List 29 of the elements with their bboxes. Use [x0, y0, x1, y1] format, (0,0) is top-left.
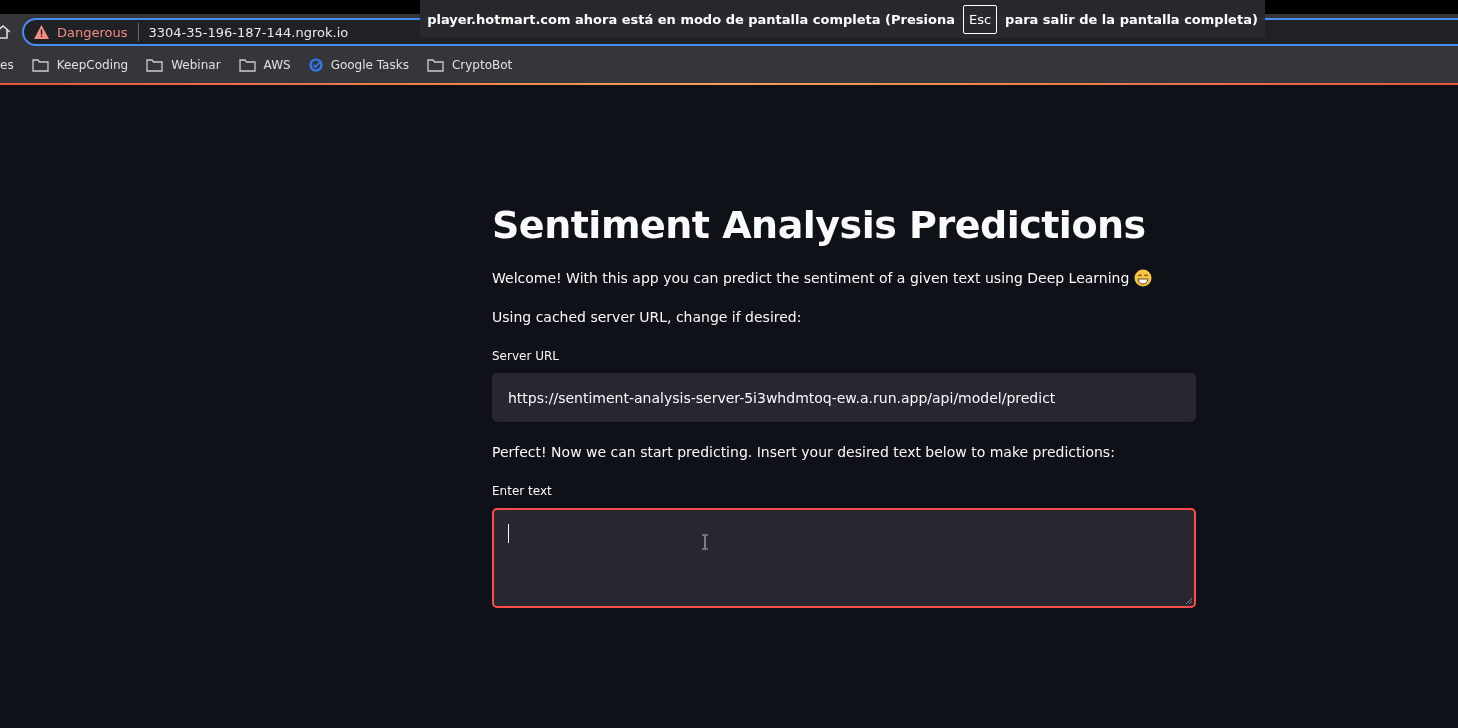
folder-icon: [426, 58, 444, 72]
bookmark[interactable]: AWS: [263, 58, 291, 72]
info-text: Perfect! Now we can start predicting. Insert your desired text below to make predictions:: [492, 444, 1116, 460]
key-badge: Esc: [962, 4, 998, 34]
info-text: Using cached server URL, change if desired:: [492, 309, 803, 325]
bookmark[interactable]: Webinar: [171, 58, 221, 72]
text-area[interactable]: [492, 508, 1196, 608]
check-circle-icon: [308, 58, 323, 72]
bookmark[interactable]: Google Tasks: [330, 58, 409, 72]
notice-text: para salir de la pantalla completa): [1005, 11, 1258, 27]
text-cursor-icon: [701, 534, 709, 550]
resize-handle-icon[interactable]: [1185, 597, 1192, 604]
smiley-icon: [1134, 269, 1153, 287]
url-field[interactable]: https://sentiment-analysis-server-5i3whdmtoq-ew.a.run.app/api/model/predict: [492, 373, 1196, 422]
folder-icon: [238, 58, 256, 72]
warning-icon: [34, 25, 49, 39]
security-status[interactable]: Dangerous: [57, 24, 128, 40]
bookmark[interactable]: CryptoBot: [451, 58, 513, 72]
url-text: 3304-35-196-187-144.ngrok.io: [148, 24, 349, 40]
folder-icon: [31, 58, 49, 72]
field-label: Enter text: [492, 484, 553, 498]
notice-text: player.hotmart.com ahora está en modo de pantalla completa (Presiona: [427, 11, 955, 27]
welcome-text: Welcome! With this app you can predict the sentiment of a given text using Deep Learning: [492, 270, 1130, 286]
bookmark[interactable]: KeepCoding: [56, 58, 129, 72]
folder-icon: [146, 58, 164, 72]
bookmark[interactable]: es: [0, 58, 14, 72]
page-title: Sentiment Analysis Predictions: [492, 203, 1147, 247]
field-label: Server URL: [492, 349, 560, 363]
home-icon[interactable]: [0, 24, 10, 40]
